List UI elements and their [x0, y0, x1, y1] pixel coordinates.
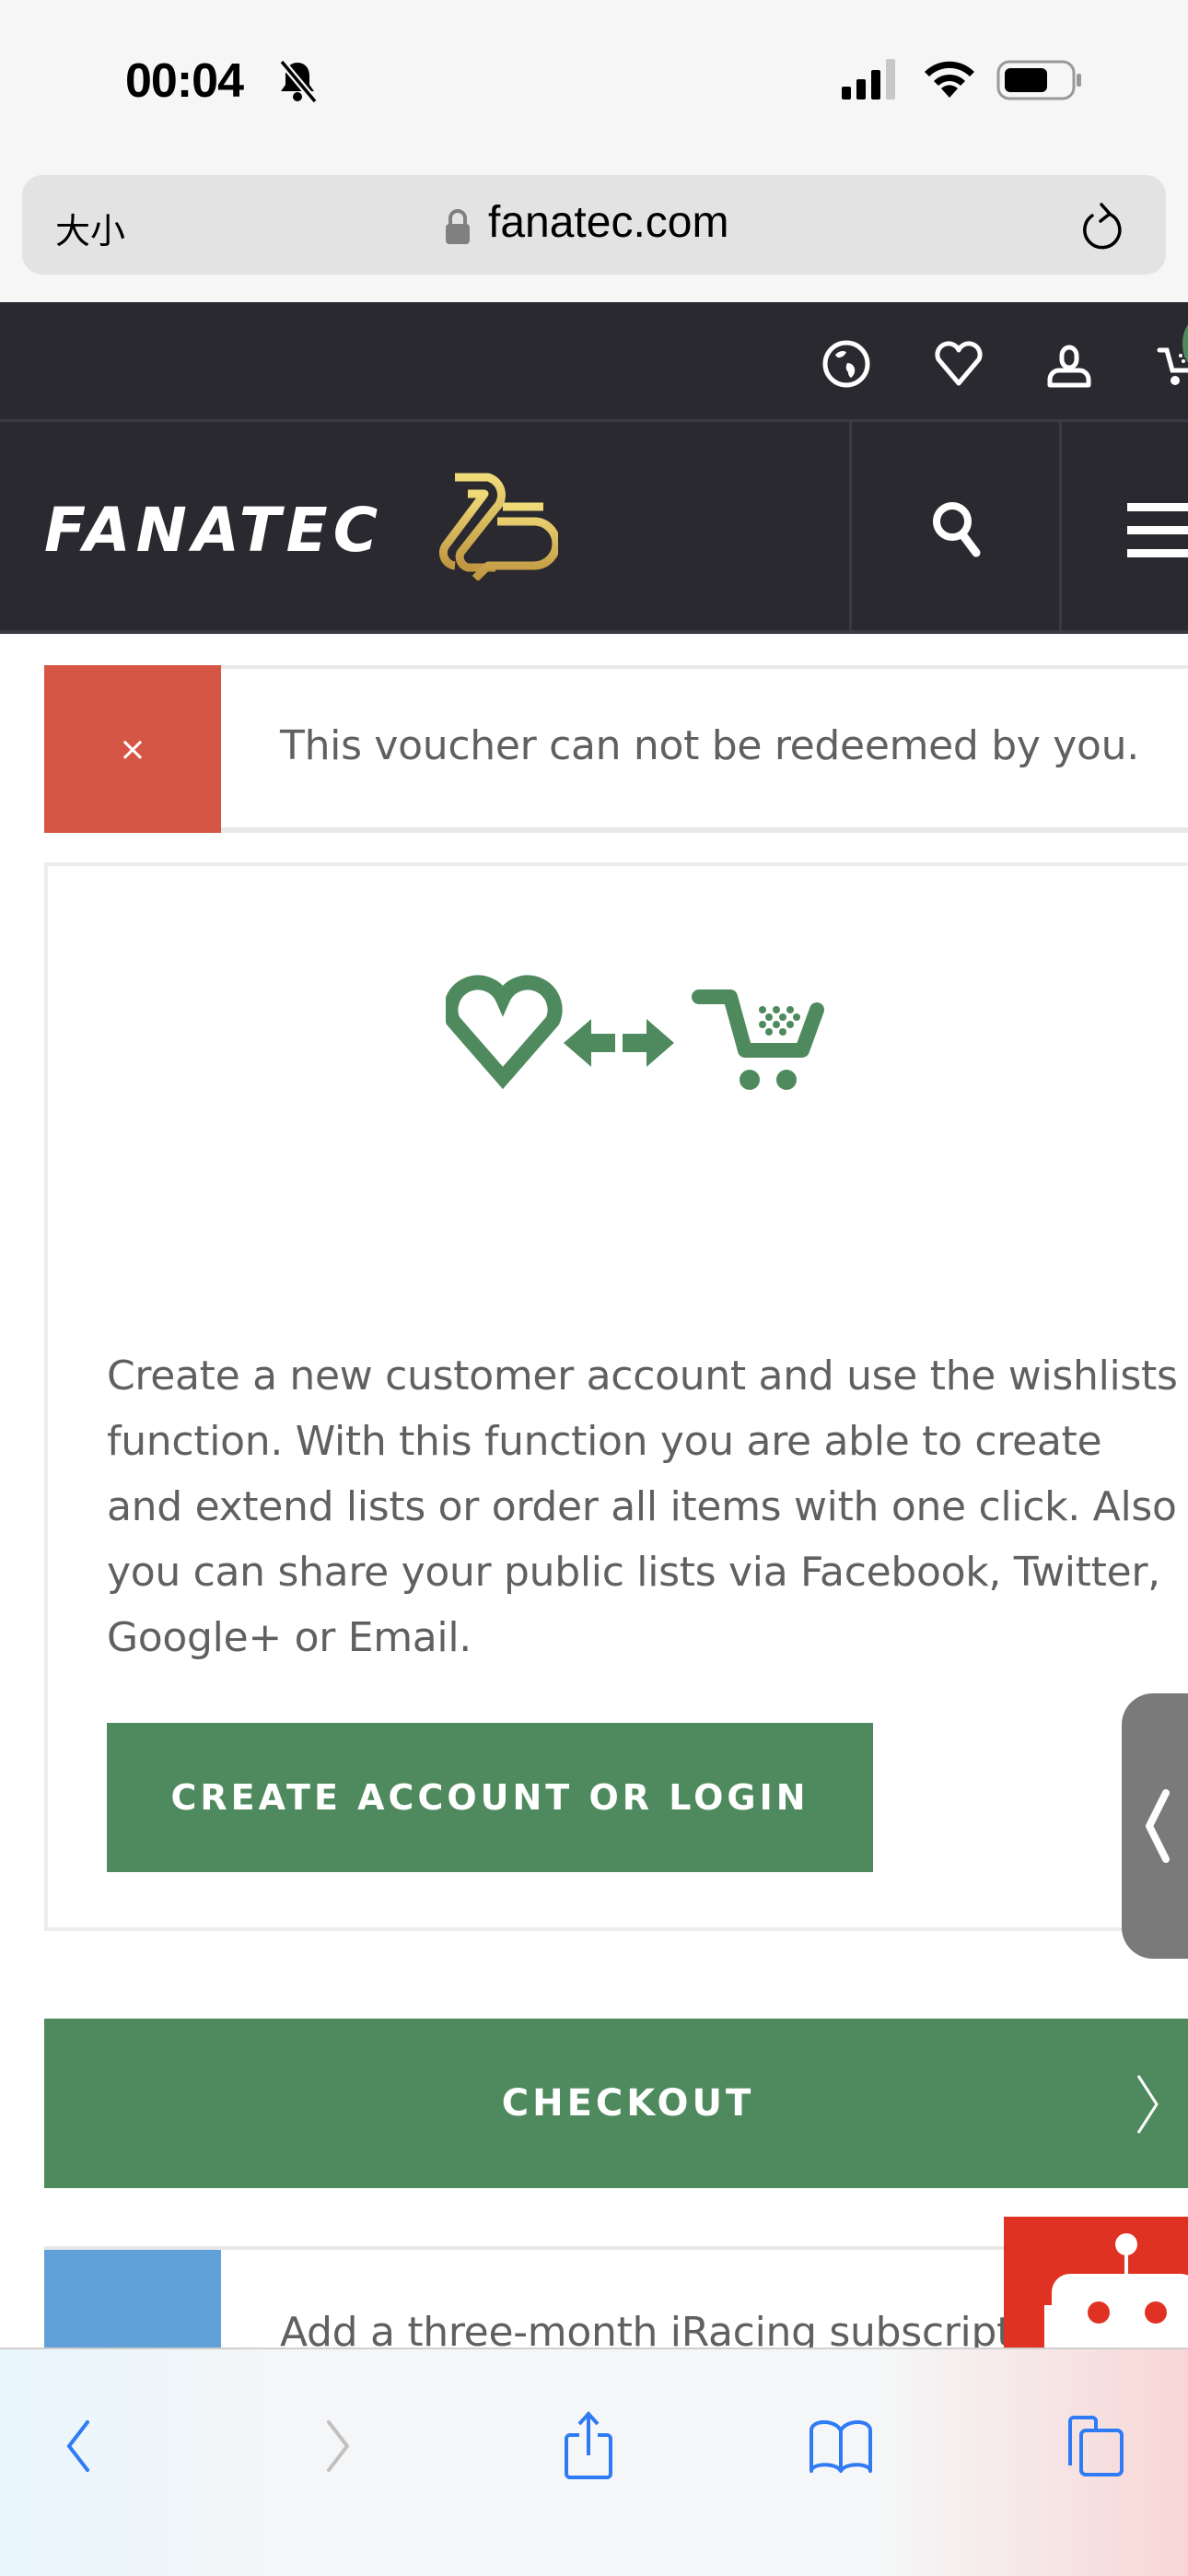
- hamburger-menu-button[interactable]: [1061, 422, 1188, 634]
- arrow-left-icon: [564, 1019, 615, 1067]
- create-account-or-login-button[interactable]: CREATE ACCOUNT OR LOGIN: [107, 1723, 873, 1872]
- iracing-notice-text: Add a three-month iRacing subscription: [280, 2309, 1074, 2348]
- lock-icon: [446, 209, 470, 244]
- share-icon: [565, 2411, 612, 2479]
- checkout-button[interactable]: CHECKOUT: [44, 2019, 1188, 2188]
- globe-icon[interactable]: [821, 339, 871, 389]
- back-button[interactable]: [37, 2405, 120, 2488]
- cart-icon: [692, 989, 824, 1090]
- bell-slash-icon: [278, 59, 319, 103]
- site-top-bar: [0, 302, 1188, 422]
- hamburger-menu-icon: [1127, 503, 1188, 557]
- site-main-bar: FANATEC: [0, 422, 1188, 634]
- url-text[interactable]: fanatec.com: [488, 197, 728, 248]
- wishlist-description: Create a new customer account and use th…: [107, 1352, 1178, 1661]
- book-icon: [809, 2420, 872, 2473]
- bookmarks-button[interactable]: [799, 2405, 882, 2488]
- status-bar: 00:04: [0, 0, 1188, 166]
- tabs-icon: [1068, 2416, 1124, 2476]
- logo-text: FANATEC: [44, 495, 383, 566]
- wishlist-promo-card: Create a new customer account and use th…: [44, 862, 1188, 1931]
- chevron-left-icon: [1146, 1789, 1170, 1863]
- wishlist-heart-icon[interactable]: [934, 339, 984, 389]
- info-icon-box: [44, 2250, 221, 2348]
- wifi-icon: [925, 61, 974, 98]
- search-button[interactable]: [851, 422, 1061, 634]
- search-icon: [933, 502, 981, 557]
- chevron-right-icon: [1136, 2075, 1159, 2134]
- text-size-button[interactable]: 大小: [55, 203, 125, 253]
- robot-icon: [1044, 2233, 1188, 2349]
- browser-address-area: 大小 fanatec.com: [0, 166, 1188, 302]
- status-time: 00:04: [125, 54, 244, 108]
- anniversary-25-badge: [438, 473, 558, 580]
- voucher-error-alert: × This voucher can not be redeemed by yo…: [44, 665, 1188, 833]
- alert-message: This voucher can not be redeemed by you.: [280, 722, 1139, 769]
- tabs-button[interactable]: [1054, 2405, 1136, 2488]
- cellular-signal-icon: [842, 59, 895, 100]
- battery-icon: [996, 60, 1081, 100]
- chevron-left-icon: [66, 2420, 89, 2472]
- heart-icon: [446, 975, 563, 1090]
- reload-icon[interactable]: [1077, 201, 1127, 252]
- arrow-right-icon: [623, 1019, 674, 1067]
- checkout-label: CHECKOUT: [501, 2082, 755, 2125]
- close-icon: ×: [118, 730, 147, 768]
- chatbot-launcher[interactable]: [1004, 2217, 1188, 2349]
- side-panel-toggle[interactable]: [1122, 1693, 1188, 1959]
- share-button[interactable]: [547, 2405, 630, 2488]
- user-account-icon[interactable]: [1044, 339, 1094, 389]
- forward-button[interactable]: [297, 2405, 379, 2488]
- chevron-right-icon: [327, 2420, 350, 2472]
- address-bar[interactable]: 大小 fanatec.com: [22, 175, 1166, 275]
- wishlist-illustration: [446, 975, 824, 1090]
- browser-toolbar: [0, 2348, 1188, 2576]
- fanatec-logo[interactable]: FANATEC: [42, 470, 558, 580]
- alert-icon-box: ×: [44, 665, 221, 833]
